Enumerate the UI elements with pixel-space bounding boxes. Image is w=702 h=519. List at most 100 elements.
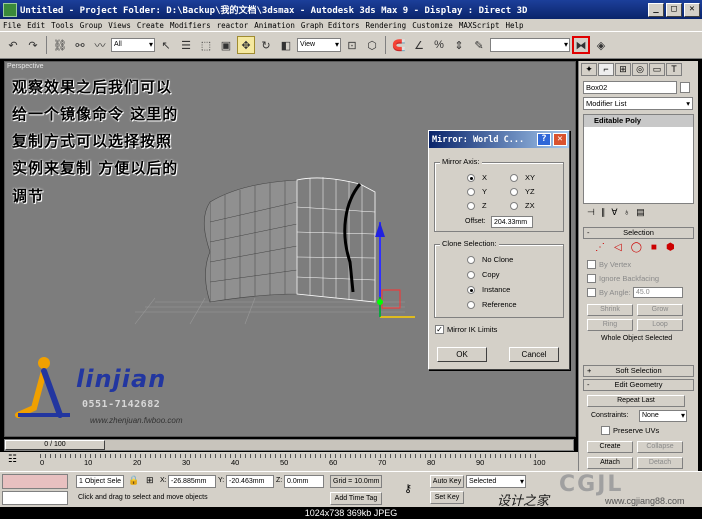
manipulate-icon[interactable]: ⬡ bbox=[363, 36, 381, 54]
window-crossing-icon[interactable]: ▣ bbox=[217, 36, 235, 54]
repeat-last-button[interactable]: Repeat Last bbox=[587, 395, 685, 407]
menu-rendering[interactable]: Rendering bbox=[363, 21, 410, 30]
angle-input[interactable]: 45.0 bbox=[633, 287, 683, 298]
ignore-backfacing-checkbox[interactable]: Ignore Backfacing bbox=[587, 274, 659, 283]
shrink-button[interactable]: Shrink bbox=[587, 304, 633, 316]
menu-file[interactable]: File bbox=[0, 21, 24, 30]
modifier-stack[interactable]: Editable Poly bbox=[583, 114, 694, 204]
menu-reactor[interactable]: reactor bbox=[214, 21, 252, 30]
undo-icon[interactable]: ↶ bbox=[4, 36, 22, 54]
menu-maxscript[interactable]: MAXScript bbox=[456, 21, 503, 30]
axis-yz-radio[interactable]: YZ bbox=[510, 187, 535, 196]
configure-sets-icon[interactable]: ▤ bbox=[636, 207, 645, 221]
absolute-mode-icon[interactable]: ⊞ bbox=[146, 475, 154, 486]
soft-selection-rollout[interactable]: + Soft Selection bbox=[583, 365, 694, 377]
motion-tab-icon[interactable]: ◎ bbox=[632, 63, 648, 76]
create-button[interactable]: Create bbox=[587, 441, 633, 453]
menu-animation[interactable]: Animation bbox=[251, 21, 298, 30]
maxscript-listener[interactable] bbox=[2, 474, 68, 489]
rectangular-selection-icon[interactable]: ⬚ bbox=[197, 36, 215, 54]
percent-snap-icon[interactable]: % bbox=[430, 36, 448, 54]
by-angle-checkbox[interactable]: By Angle: bbox=[587, 288, 631, 297]
select-by-name-icon[interactable]: ☰ bbox=[177, 36, 195, 54]
loop-button[interactable]: Loop bbox=[637, 319, 683, 331]
edit-geometry-rollout[interactable]: - Edit Geometry bbox=[583, 379, 694, 391]
axis-z-radio[interactable]: Z bbox=[467, 201, 487, 210]
menu-create[interactable]: Create bbox=[134, 21, 167, 30]
dialog-close-button[interactable]: ✕ bbox=[553, 133, 567, 146]
mirror-icon[interactable]: ⧓ bbox=[572, 36, 590, 54]
time-slider[interactable]: 0 / 100 bbox=[4, 439, 574, 451]
link-icon[interactable]: ⛓ bbox=[51, 36, 69, 54]
polygon-icon[interactable]: ■ bbox=[651, 242, 657, 253]
unlink-icon[interactable]: ⚯ bbox=[71, 36, 89, 54]
menu-views[interactable]: Views bbox=[105, 21, 134, 30]
axis-x-radio[interactable]: X bbox=[467, 173, 487, 182]
select-and-move-icon[interactable]: ✥ bbox=[237, 36, 255, 54]
align-icon[interactable]: ◈ bbox=[592, 36, 610, 54]
select-and-rotate-icon[interactable]: ↻ bbox=[257, 36, 275, 54]
axis-zx-radio[interactable]: ZX bbox=[510, 201, 535, 210]
ring-button[interactable]: Ring bbox=[587, 319, 633, 331]
object-color-swatch[interactable] bbox=[680, 82, 690, 93]
menu-tools[interactable]: Tools bbox=[48, 21, 77, 30]
modify-tab-icon[interactable]: ⌐ bbox=[598, 63, 614, 76]
instance-radio[interactable]: Instance bbox=[467, 285, 510, 294]
snaps-toggle-icon[interactable]: 🧲 bbox=[390, 36, 408, 54]
y-coordinate-input[interactable]: -20.463mm bbox=[226, 475, 274, 488]
selection-filter-select[interactable]: All bbox=[111, 38, 155, 52]
angle-snap-icon[interactable]: ∠ bbox=[410, 36, 428, 54]
dialog-title-bar[interactable]: Mirror: World C... ? ✕ bbox=[429, 131, 569, 148]
redo-icon[interactable]: ↷ bbox=[24, 36, 42, 54]
constraints-select[interactable]: None bbox=[639, 410, 687, 422]
make-unique-icon[interactable]: ∀ bbox=[611, 207, 617, 221]
select-object-icon[interactable]: ↖ bbox=[157, 36, 175, 54]
preserve-uvs-checkbox[interactable]: Preserve UVs bbox=[601, 426, 659, 435]
offset-input[interactable]: 204.33mm bbox=[491, 216, 533, 228]
axis-xy-radio[interactable]: XY bbox=[510, 173, 535, 182]
select-and-scale-icon[interactable]: ◧ bbox=[277, 36, 295, 54]
menu-help[interactable]: Help bbox=[502, 21, 526, 30]
maximize-button[interactable]: □ bbox=[666, 2, 682, 17]
close-button[interactable]: ✕ bbox=[684, 2, 700, 17]
cancel-button[interactable]: Cancel bbox=[509, 347, 559, 362]
key-icon[interactable]: ⚷ bbox=[404, 482, 412, 495]
hierarchy-tab-icon[interactable]: ⊞ bbox=[615, 63, 631, 76]
menu-group[interactable]: Group bbox=[77, 21, 106, 30]
collapse-button[interactable]: Collapse bbox=[637, 441, 683, 453]
menu-modifiers[interactable]: Modifiers bbox=[167, 21, 214, 30]
minimize-button[interactable]: _ bbox=[648, 2, 664, 17]
spinner-snap-icon[interactable]: ⇕ bbox=[450, 36, 468, 54]
stack-item[interactable]: Editable Poly bbox=[584, 115, 693, 127]
object-name-input[interactable]: Box02 bbox=[583, 81, 690, 94]
selection-rollout[interactable]: - Selection bbox=[583, 227, 694, 239]
maxscript-mini-listener[interactable] bbox=[2, 491, 68, 505]
reference-coordinate-select[interactable]: View bbox=[297, 38, 341, 52]
attach-button[interactable]: Attach bbox=[587, 457, 633, 469]
help-button[interactable]: ? bbox=[537, 133, 551, 146]
set-key-button[interactable]: Set Key bbox=[430, 491, 464, 504]
track-bar[interactable]: ☷ 0 10 20 30 40 50 60 70 80 90 100 bbox=[0, 452, 578, 471]
pivot-center-icon[interactable]: ⊡ bbox=[343, 36, 361, 54]
menu-edit[interactable]: Edit bbox=[24, 21, 48, 30]
add-time-tag-button[interactable]: Add Time Tag bbox=[330, 492, 382, 505]
detach-button[interactable]: Detach bbox=[637, 457, 683, 469]
menu-customize[interactable]: Customize bbox=[409, 21, 456, 30]
auto-key-button[interactable]: Auto Key bbox=[430, 475, 464, 488]
show-end-result-icon[interactable]: ∥ bbox=[601, 207, 606, 221]
edge-icon[interactable]: ◁ bbox=[614, 242, 622, 253]
ok-button[interactable]: OK bbox=[437, 347, 487, 362]
by-vertex-checkbox[interactable]: By Vertex bbox=[587, 260, 631, 269]
border-icon[interactable]: ◯ bbox=[631, 242, 642, 253]
x-coordinate-input[interactable]: -26.885mm bbox=[168, 475, 216, 488]
z-coordinate-input[interactable]: 0.0mm bbox=[284, 475, 324, 488]
no-clone-radio[interactable]: No Clone bbox=[467, 255, 513, 264]
time-slider-knob[interactable]: 0 / 100 bbox=[5, 440, 105, 450]
bind-space-warp-icon[interactable]: 〰 bbox=[91, 36, 109, 54]
mirror-ik-limits-checkbox[interactable]: ✓ Mirror IK Limits bbox=[435, 325, 497, 334]
modifier-list-select[interactable]: Modifier List ▾ bbox=[583, 97, 693, 110]
track-bar-icon[interactable]: ☷ bbox=[8, 454, 17, 465]
named-selection-select[interactable] bbox=[490, 38, 570, 52]
axis-y-radio[interactable]: Y bbox=[467, 187, 487, 196]
element-icon[interactable]: ⬢ bbox=[666, 242, 675, 253]
